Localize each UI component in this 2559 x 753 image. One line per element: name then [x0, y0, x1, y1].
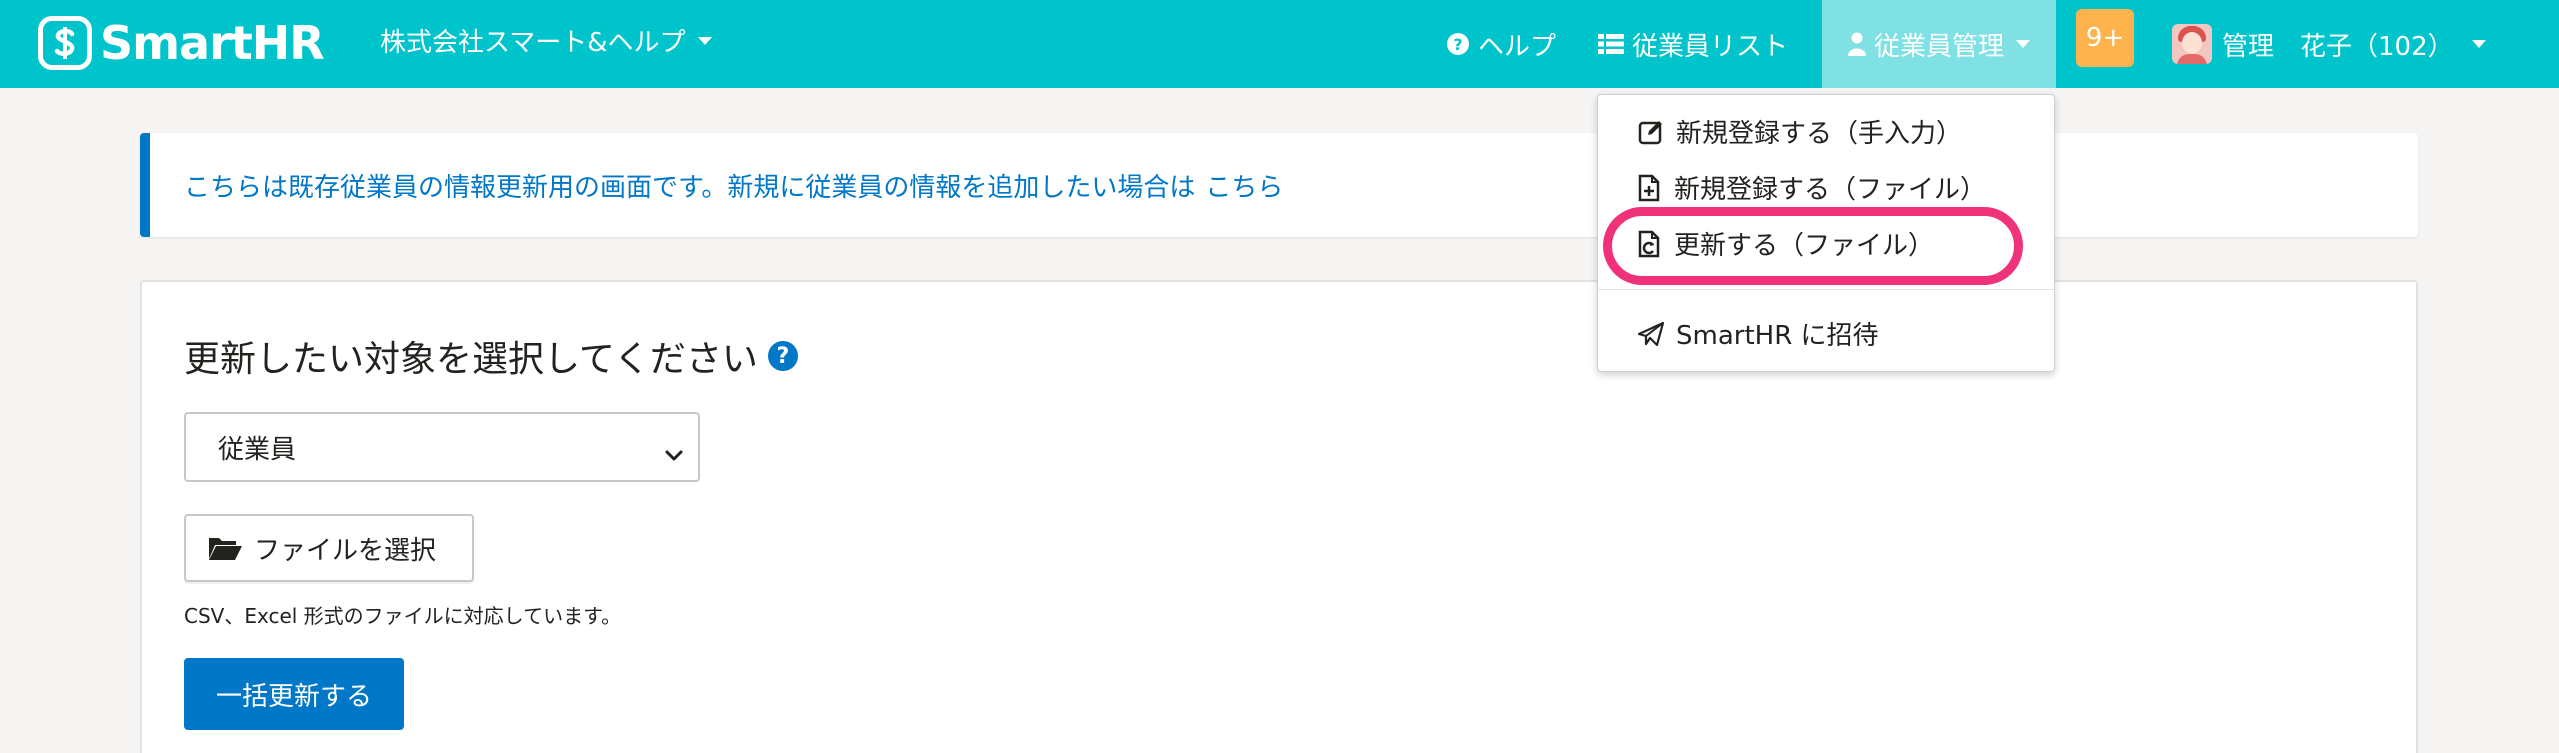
card-title: 更新したい対象を選択してください ? — [184, 330, 798, 382]
menu-item-label: 新規登録する（手入力） — [1676, 119, 1963, 149]
nav-employee-list-label: 従業員リスト — [1632, 31, 1789, 62]
caret-down-icon — [697, 36, 712, 45]
target-select-value: 従業員 — [218, 434, 297, 465]
top-header: SmartHR 株式会社スマート&ヘルプ ? ヘルプ 従業員リスト 従業員管理 … — [0, 0, 2559, 88]
user-menu[interactable]: 管理 花子（102） — [2172, 0, 2486, 88]
chevron-down-icon — [664, 440, 684, 470]
target-select[interactable]: 従業員 — [184, 412, 700, 482]
nav-employee-manage-label: 従業員管理 — [1873, 31, 2004, 62]
menu-item-label: SmartHR に招待 — [1676, 321, 1879, 351]
logo-text: SmartHR — [100, 16, 325, 70]
highlight-ring — [1603, 207, 2023, 285]
bulk-update-button[interactable]: 一括更新する — [184, 658, 404, 730]
nav-employee-manage[interactable]: 従業員管理 — [1822, 0, 2056, 88]
user-name: 管理 花子（102） — [2222, 31, 2454, 62]
user-icon — [1847, 32, 1866, 56]
menu-item-new-file[interactable]: 新規登録する（ファイル） — [1638, 169, 1986, 206]
menu-item-new-manual[interactable]: 新規登録する（手入力） — [1638, 113, 1962, 150]
question-circle-icon: ? — [1446, 32, 1470, 56]
nav-help-label: ヘルプ — [1478, 31, 1557, 62]
help-icon[interactable]: ? — [767, 341, 798, 371]
caret-down-icon — [2471, 40, 2486, 48]
edit-icon — [1638, 120, 1662, 144]
folder-open-icon — [208, 535, 242, 561]
banner-link[interactable]: こちら — [1205, 167, 1283, 204]
company-name: 株式会社スマート&ヘルプ — [380, 28, 686, 58]
notification-badge[interactable]: 9+ — [2076, 9, 2134, 67]
menu-item-invite[interactable]: SmartHR に招待 — [1638, 315, 1879, 352]
file-add-icon — [1638, 174, 1660, 201]
send-icon — [1638, 321, 1664, 346]
caret-down-icon — [2016, 40, 2030, 48]
smarthr-logo[interactable]: SmartHR — [38, 14, 325, 72]
info-banner: こちらは既存従業員の情報更新用の画面です。新規に従業員の情報を追加したい場合は … — [140, 133, 2418, 237]
banner-text: こちらは既存従業員の情報更新用の画面です。新規に従業員の情報を追加したい場合は — [184, 172, 1196, 203]
nav-employee-list[interactable]: 従業員リスト — [1598, 0, 1788, 88]
svg-text:?: ? — [1453, 35, 1462, 54]
menu-item-label: 新規登録する（ファイル） — [1674, 175, 1987, 205]
company-switcher[interactable]: 株式会社スマート&ヘルプ — [380, 22, 712, 59]
choose-file-button[interactable]: ファイルを選択 — [184, 514, 474, 582]
card-title-text: 更新したい対象を選択してください — [184, 339, 758, 380]
update-card: 更新したい対象を選択してください ? 従業員 ファイルを選択 CSV、Excel… — [140, 280, 2418, 753]
nav-help[interactable]: ? ヘルプ — [1446, 0, 1556, 88]
menu-divider — [1598, 289, 2054, 290]
file-format-hint: CSV、Excel 形式のファイルに対応しています。 — [184, 604, 622, 628]
choose-file-label: ファイルを選択 — [254, 535, 437, 566]
logo-mark-icon — [38, 16, 92, 70]
avatar — [2172, 24, 2212, 64]
list-icon — [1598, 33, 1624, 55]
